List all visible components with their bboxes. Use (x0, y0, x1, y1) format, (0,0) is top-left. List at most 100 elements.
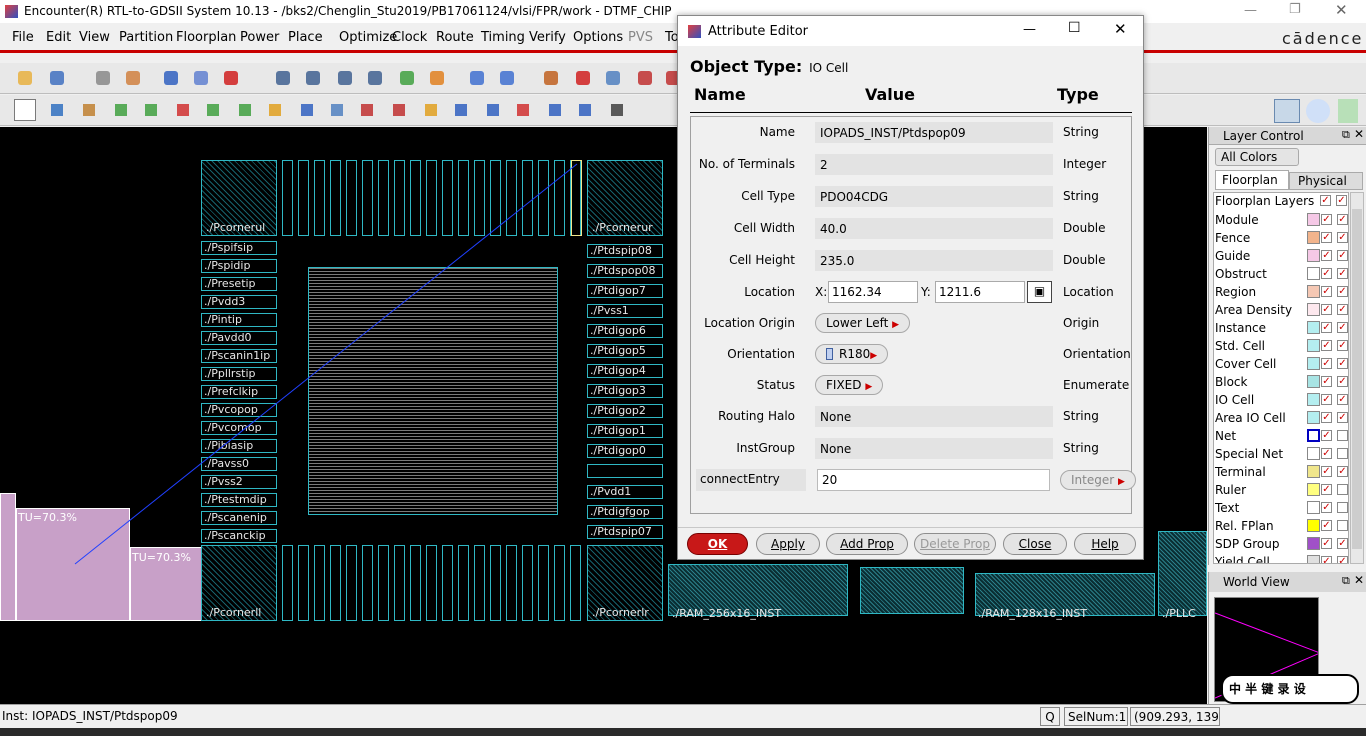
physical-view-icon[interactable] (1338, 99, 1358, 123)
menu-place[interactable]: Place (288, 30, 323, 45)
cursor-icon[interactable] (450, 99, 472, 121)
layer-color-swatch[interactable] (1307, 411, 1320, 424)
layer-color-swatch[interactable] (1307, 375, 1320, 388)
tab-floorplan[interactable]: Floorplan (1215, 170, 1289, 190)
menu-optimize[interactable]: Optimize (339, 30, 397, 45)
select-checkbox[interactable]: ✓ (1337, 250, 1348, 261)
layer-color-swatch[interactable] (1307, 555, 1320, 563)
zoom-area-icon[interactable] (364, 67, 386, 89)
visibility-checkbox[interactable]: ✓ (1321, 484, 1332, 495)
visibility-checkbox[interactable]: ✓ (1321, 556, 1332, 563)
visibility-checkbox[interactable]: ✓ (1321, 538, 1332, 549)
edit-icon[interactable] (190, 67, 212, 89)
query-button[interactable]: Q (1040, 707, 1060, 726)
select-checkbox[interactable] (1337, 448, 1348, 459)
visibility-checkbox[interactable]: ✓ (1321, 412, 1332, 423)
place-icon[interactable] (296, 99, 318, 121)
select-checkbox[interactable]: ✓ (1337, 214, 1348, 225)
visibility-checkbox[interactable]: ✓ (1321, 520, 1332, 531)
trim-icon[interactable] (606, 99, 628, 121)
menu-power[interactable]: Power (240, 30, 279, 45)
visibility-checkbox[interactable]: ✓ (1321, 286, 1332, 297)
module-icon[interactable] (356, 99, 378, 121)
select-checkbox[interactable]: ✓ (1337, 322, 1348, 333)
visibility-checkbox[interactable]: ✓ (1321, 340, 1332, 351)
place-icon[interactable] (234, 99, 256, 121)
move-icon[interactable] (46, 99, 68, 121)
visibility-checkbox[interactable]: ✓ (1321, 232, 1332, 243)
select-checkbox[interactable]: ✓ (1337, 556, 1348, 563)
redo-icon[interactable] (122, 67, 144, 89)
layer-color-swatch[interactable] (1307, 213, 1320, 226)
select-checkbox[interactable]: ✓ (1337, 286, 1348, 297)
select-checkbox[interactable]: ✓ (1337, 412, 1348, 423)
help-button[interactable]: Help (1074, 533, 1136, 555)
dialog-minimize-icon[interactable]: — (1023, 22, 1036, 37)
menu-clock[interactable]: Clock (392, 30, 427, 45)
pick-location-icon[interactable]: ▣ (1027, 281, 1052, 303)
redraw-icon[interactable] (396, 67, 418, 89)
visibility-checkbox[interactable]: ✓ (1321, 376, 1332, 387)
move-up-icon[interactable] (496, 67, 518, 89)
visibility-checkbox[interactable]: ✓ (1321, 448, 1332, 459)
pll-block[interactable] (1158, 531, 1207, 616)
layout-icon[interactable] (602, 67, 624, 89)
location-y-field[interactable]: 1211.6 (935, 281, 1025, 303)
location-origin-dropdown[interactable]: Lower Left ▶ (815, 313, 911, 333)
tool-icon[interactable] (634, 67, 656, 89)
orientation-dropdown[interactable]: R180▶ (815, 344, 889, 364)
visibility-checkbox[interactable]: ✓ (1321, 358, 1332, 369)
select-checkbox[interactable] (1337, 484, 1348, 495)
layer-color-swatch[interactable] (1307, 483, 1320, 496)
visibility-checkbox[interactable]: ✓ (1321, 322, 1332, 333)
status-dropdown[interactable]: FIXED ▶ (815, 375, 884, 395)
layer-color-swatch[interactable] (1307, 447, 1320, 460)
layer-color-swatch[interactable] (1307, 303, 1320, 316)
visibility-checkbox[interactable]: ✓ (1320, 195, 1331, 206)
layer-color-swatch[interactable] (1307, 537, 1320, 550)
amoeba-view-icon[interactable] (1306, 99, 1330, 123)
select-checkbox[interactable] (1337, 502, 1348, 513)
menu-timing[interactable]: Timing (481, 30, 525, 45)
float-icon[interactable]: ⧉ (1342, 128, 1350, 142)
panel-close-icon[interactable]: ✕ (1354, 573, 1364, 587)
select-checkbox[interactable]: ✓ (1337, 376, 1348, 387)
select-checkbox[interactable] (1337, 430, 1348, 441)
cut-icon[interactable] (172, 99, 194, 121)
layer-color-swatch[interactable] (1307, 321, 1320, 334)
ruler-icon[interactable] (78, 99, 100, 121)
ok-button[interactable]: OK (687, 533, 748, 555)
refresh-icon[interactable] (426, 67, 448, 89)
close-icon[interactable]: ✕ (1335, 1, 1348, 19)
zoom-in-icon[interactable] (272, 67, 294, 89)
select-checkbox[interactable]: ✓ (1337, 268, 1348, 279)
connect-type-button[interactable]: Integer ▶ (1060, 470, 1136, 490)
connect-entry-field[interactable]: 20 (817, 469, 1050, 491)
select-checkbox[interactable]: ✓ (1337, 358, 1348, 369)
pick-icon[interactable] (574, 99, 596, 121)
menu-route[interactable]: Route (436, 30, 474, 45)
undo-icon[interactable] (92, 67, 114, 89)
all-colors-button[interactable]: All Colors (1215, 148, 1299, 166)
warning-icon[interactable] (572, 67, 594, 89)
pin-icon[interactable] (420, 99, 442, 121)
layer-color-swatch[interactable] (1307, 231, 1320, 244)
floorplan-view-icon[interactable] (1274, 99, 1300, 123)
select-icon[interactable] (14, 99, 36, 121)
location-x-field[interactable]: 1162.34 (828, 281, 918, 303)
info-icon[interactable] (160, 67, 182, 89)
menu-partition[interactable]: Partition (119, 30, 173, 45)
minimize-icon[interactable]: — (1244, 3, 1257, 18)
visibility-checkbox[interactable]: ✓ (1321, 214, 1332, 225)
color-pattern-icon[interactable] (220, 67, 242, 89)
menu-edit[interactable]: Edit (46, 30, 71, 45)
menu-floorplan[interactable]: Floorplan (176, 30, 236, 45)
layer-color-swatch[interactable] (1307, 465, 1320, 478)
select-checkbox[interactable]: ✓ (1337, 394, 1348, 405)
select-checkbox[interactable]: ✓ (1337, 466, 1348, 477)
delete-prop-button[interactable]: Delete Prop (914, 533, 996, 555)
select-checkbox[interactable] (1337, 520, 1348, 531)
visibility-checkbox[interactable]: ✓ (1321, 466, 1332, 477)
place-icon[interactable] (202, 99, 224, 121)
stretch-icon[interactable] (544, 99, 566, 121)
